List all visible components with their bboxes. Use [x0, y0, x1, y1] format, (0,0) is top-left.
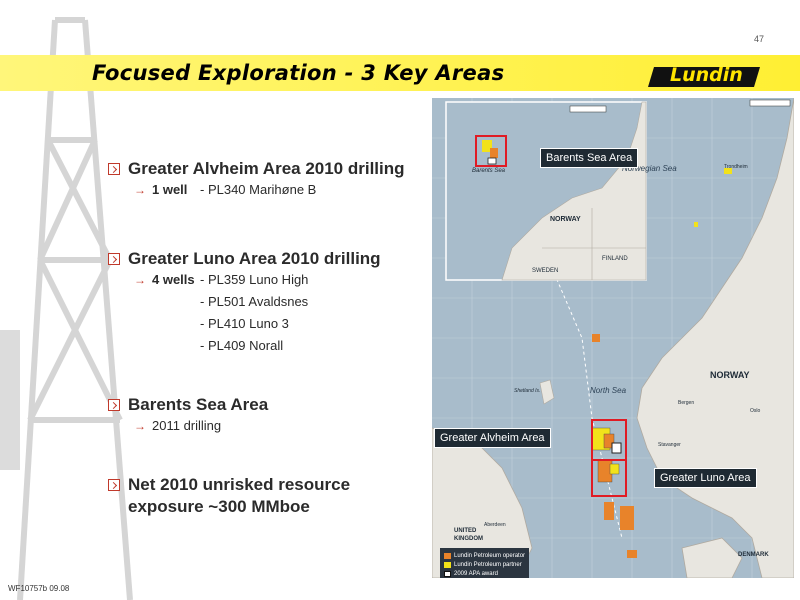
map-label-shetland: Shetland Is. — [514, 388, 541, 394]
bullet-item: Barents Sea Area — [108, 394, 268, 415]
arrow-box-icon — [108, 399, 120, 411]
bullet-item: Greater Luno Area 2010 drilling — [108, 248, 381, 269]
operator-swatch-icon — [444, 552, 451, 559]
arrow-box-icon — [108, 253, 120, 265]
arrow-box-icon — [108, 163, 120, 175]
arrow-icon: → — [134, 419, 146, 433]
map-label-north-sea: North Sea — [590, 386, 627, 395]
sub-item: → 2011 drilling — [134, 418, 221, 433]
map-label-uk-line2: KINGDOM — [454, 536, 483, 542]
bullet-item: Net 2010 unrisked resource — [108, 474, 350, 495]
bullet-text-continued: exposure ~300 MMboe — [128, 497, 310, 516]
map-label-aberdeen: Aberdeen — [484, 522, 506, 528]
well-name: - PL409 Norall — [200, 338, 284, 353]
apa-award-swatch-icon — [444, 570, 451, 577]
norway-map: Norwegian Sea North Sea NORWAY NORWAY FI… — [432, 98, 794, 578]
map-label-barents-sea: Barents Sea — [472, 168, 506, 174]
well-name: - PL410 Luno 3 — [200, 316, 289, 331]
bullet-text: Greater Alvheim Area 2010 drilling — [128, 159, 405, 178]
lundin-logo: Lundin — [648, 64, 760, 89]
arrow-box-icon — [108, 479, 120, 491]
legend-label: Lundin Petroleum partner — [454, 561, 522, 568]
callout-barents-sea-area: Barents Sea Area — [540, 148, 639, 168]
map-legend: Lundin Petroleum operator Lundin Petrole… — [440, 548, 530, 578]
map-label-norway-inset: NORWAY — [550, 216, 581, 223]
legend-item: Lundin Petroleum operator — [444, 551, 525, 560]
bullet-text: Net 2010 unrisked resource — [128, 475, 351, 494]
title-bar: Focused Exploration - 3 Key Areas Lundin — [0, 55, 800, 91]
sub-item: → 4 wells — [134, 272, 195, 287]
legend-item: Lundin Petroleum partner — [444, 560, 525, 569]
well-count: 1 well — [152, 182, 188, 197]
map-label-denmark: DENMARK — [738, 552, 769, 558]
map-label-uk-line1: UNITED — [454, 528, 477, 534]
well-name: - PL359 Luno High — [200, 272, 309, 287]
map-label-oslo: Oslo — [750, 408, 761, 414]
map-label-finland: FINLAND — [602, 256, 628, 262]
bullet-text: Barents Sea Area — [128, 395, 269, 414]
map-label-norway: NORWAY — [710, 370, 750, 380]
map-label-bergen: Bergen — [678, 400, 695, 406]
sub-text: 2011 drilling — [152, 418, 222, 433]
legend-label: Lundin Petroleum operator — [454, 552, 526, 559]
page-number: 47 — [754, 34, 765, 44]
footer-code: WF10757b 09.08 — [8, 584, 70, 593]
logo-text: Lundin — [670, 64, 743, 86]
well-name: - PL340 Marihøne B — [200, 182, 317, 197]
callout-greater-luno-area: Greater Luno Area — [654, 468, 757, 488]
partner-swatch-icon — [444, 561, 451, 568]
legend-item: 2009 APA award — [444, 569, 525, 578]
slide-title: Focused Exploration - 3 Key Areas — [92, 61, 505, 85]
arrow-icon: → — [134, 183, 146, 197]
arrow-icon: → — [134, 273, 146, 287]
bullet-item: Greater Alvheim Area 2010 drilling — [108, 158, 405, 179]
well-name: - PL501 Avaldsnes — [200, 294, 309, 309]
sub-item: → 1 well — [134, 182, 187, 197]
legend-label: 2009 APA award — [454, 570, 498, 577]
callout-greater-alvheim-area: Greater Alvheim Area — [434, 428, 551, 448]
well-count: 4 wells — [152, 272, 195, 287]
bullet-text: Greater Luno Area 2010 drilling — [128, 249, 381, 268]
map-label-sweden: SWEDEN — [532, 268, 559, 274]
map-label-stavanger: Stavanger — [658, 442, 681, 448]
map-label-trondheim: Trondheim — [724, 164, 748, 170]
